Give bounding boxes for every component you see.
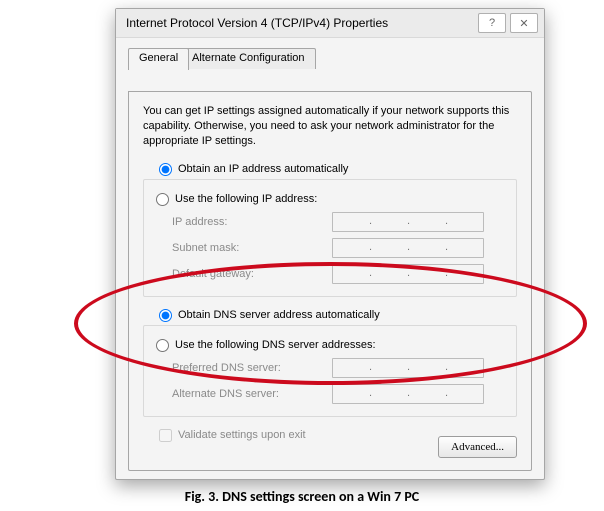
radio-ip-manual-row[interactable]: Use the following IP address: <box>156 193 506 206</box>
close-icon: ✕ <box>519 17 528 30</box>
field-preferred-dns: Preferred DNS server: ... <box>172 358 506 378</box>
input-default-gateway: ... <box>332 264 484 284</box>
radio-dns-manual[interactable] <box>156 339 169 352</box>
advanced-button[interactable]: Advanced... <box>438 436 517 458</box>
input-subnet-mask: ... <box>332 238 484 258</box>
radio-ip-manual-label: Use the following IP address: <box>175 193 317 205</box>
input-preferred-dns: ... <box>332 358 484 378</box>
label-subnet-mask: Subnet mask: <box>172 242 332 254</box>
dialog-title: Internet Protocol Version 4 (TCP/IPv4) P… <box>126 16 474 30</box>
label-validate-settings: Validate settings upon exit <box>178 429 306 441</box>
radio-dns-auto[interactable] <box>159 309 172 322</box>
titlebar: Internet Protocol Version 4 (TCP/IPv4) P… <box>116 9 544 38</box>
input-ip-address: ... <box>332 212 484 232</box>
field-subnet-mask: Subnet mask: ... <box>172 238 506 258</box>
input-alternate-dns: ... <box>332 384 484 404</box>
radio-ip-auto-label: Obtain an IP address automatically <box>178 163 348 175</box>
figure-caption: Fig. 3. DNS settings screen on a Win 7 P… <box>0 488 604 505</box>
close-button[interactable]: ✕ <box>510 13 538 33</box>
radio-dns-manual-label: Use the following DNS server addresses: <box>175 339 376 351</box>
group-dns-manual: Use the following DNS server addresses: … <box>143 325 517 417</box>
tab-alternate-configuration[interactable]: Alternate Configuration <box>181 48 316 69</box>
field-default-gateway: Default gateway: ... <box>172 264 506 284</box>
radio-dns-manual-row[interactable]: Use the following DNS server addresses: <box>156 339 506 352</box>
field-alternate-dns: Alternate DNS server: ... <box>172 384 506 404</box>
label-ip-address: IP address: <box>172 216 332 228</box>
help-icon: ? <box>489 17 495 29</box>
help-button[interactable]: ? <box>478 13 506 33</box>
tabpanel-general: You can get IP settings assigned automat… <box>128 91 532 471</box>
group-ip-manual: Use the following IP address: IP address… <box>143 179 517 297</box>
label-preferred-dns: Preferred DNS server: <box>172 362 332 374</box>
tab-alternate-label: Alternate Configuration <box>192 52 305 64</box>
radio-ip-auto[interactable] <box>159 163 172 176</box>
tab-general-label: General <box>139 52 178 64</box>
radio-dns-auto-row[interactable]: Obtain DNS server address automatically <box>159 309 517 322</box>
radio-dns-auto-label: Obtain DNS server address automatically <box>178 309 380 321</box>
ipv4-properties-dialog: Internet Protocol Version 4 (TCP/IPv4) P… <box>115 8 545 480</box>
radio-ip-manual[interactable] <box>156 193 169 206</box>
checkbox-validate-settings[interactable] <box>159 429 172 442</box>
label-default-gateway: Default gateway: <box>172 268 332 280</box>
tabstrip: General Alternate Configuration <box>128 48 532 70</box>
intro-text: You can get IP settings assigned automat… <box>143 104 517 149</box>
tab-general[interactable]: General <box>128 48 189 70</box>
field-ip-address: IP address: ... <box>172 212 506 232</box>
radio-ip-auto-row[interactable]: Obtain an IP address automatically <box>159 163 517 176</box>
label-alternate-dns: Alternate DNS server: <box>172 388 332 400</box>
